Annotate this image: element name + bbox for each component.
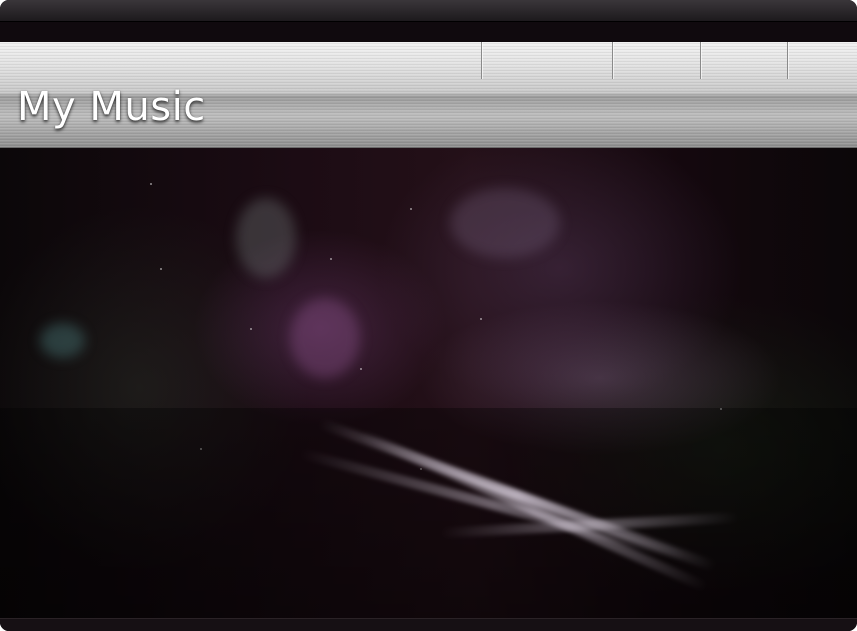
- nebula-cloud: [450, 188, 560, 258]
- background-art: [0, 148, 857, 618]
- titlebar-separator: [0, 22, 857, 42]
- window-footer: [0, 618, 857, 631]
- nebula-cloud: [40, 323, 85, 358]
- nav-tab-2[interactable]: [612, 42, 700, 79]
- nav-tab-3[interactable]: [700, 42, 787, 79]
- star: [360, 368, 362, 370]
- star: [160, 268, 162, 270]
- star: [480, 318, 482, 320]
- nebula-cloud: [290, 298, 360, 378]
- star: [250, 328, 252, 330]
- app-window: My Music: [0, 0, 857, 631]
- nav-tab-1[interactable]: [481, 42, 612, 79]
- nav-tab-4[interactable]: [787, 42, 857, 79]
- star: [150, 183, 152, 185]
- top-nav: [481, 42, 857, 79]
- star: [330, 258, 332, 260]
- nebula-cloud: [236, 198, 296, 278]
- star: [410, 208, 412, 210]
- page-title: My Music: [17, 84, 206, 130]
- window-titlebar[interactable]: [0, 0, 857, 22]
